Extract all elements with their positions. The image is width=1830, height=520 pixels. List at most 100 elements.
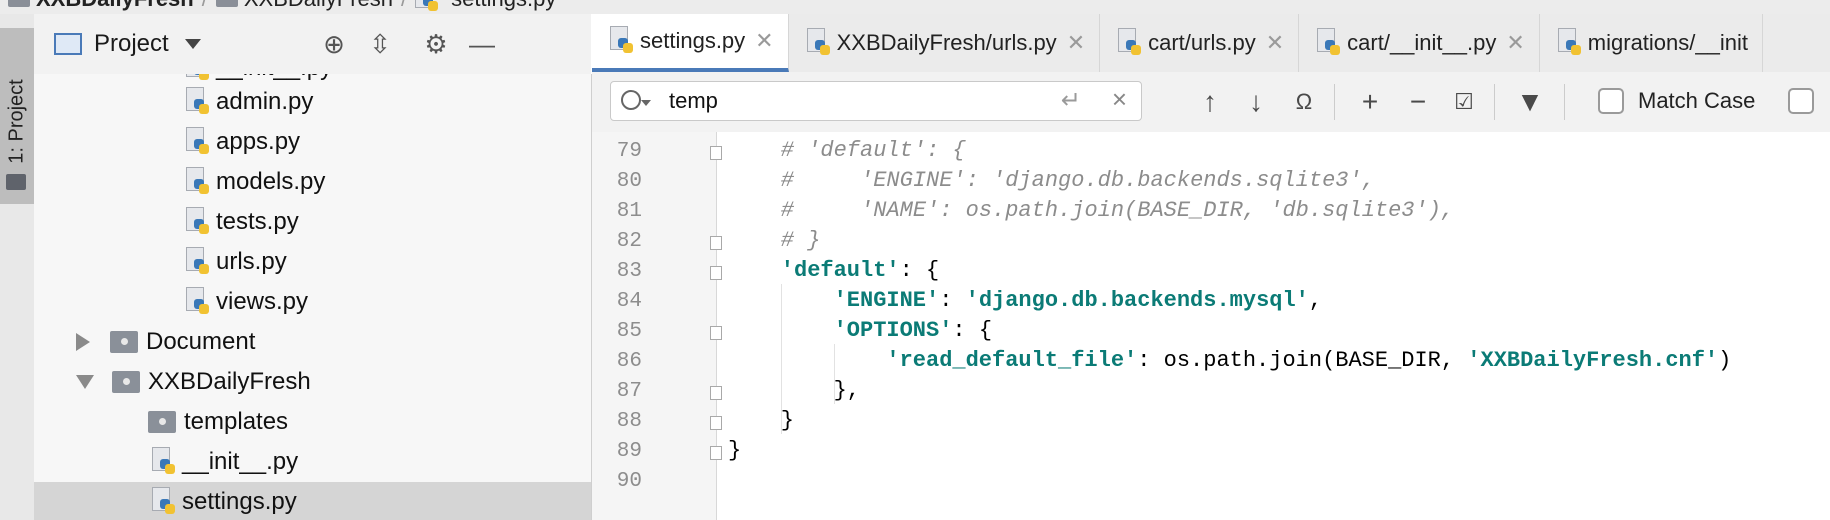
words-checkbox[interactable] — [1788, 88, 1814, 114]
tree-item-file[interactable]: __init__.py — [34, 442, 591, 482]
python-file-icon — [152, 487, 176, 517]
folder-icon — [8, 0, 30, 7]
code-comment: # } — [780, 228, 821, 253]
python-file-icon — [186, 207, 210, 237]
fold-expand-icon[interactable] — [710, 266, 722, 280]
editor-tab-bar: settings.py ✕ XXBDailyFresh/urls.py ✕ ca… — [592, 14, 1830, 73]
breadcrumb-item[interactable]: XXBDailyFresh — [215, 0, 393, 12]
arrow-up-icon[interactable]: ↑ — [1190, 82, 1230, 122]
collapse-all-icon[interactable]: ⇳ — [364, 28, 396, 60]
fold-expand-icon[interactable] — [710, 146, 722, 160]
search-icon[interactable] — [621, 90, 641, 110]
tree-item-label: apps.py — [216, 128, 301, 155]
tab-cart-urls[interactable]: cart/urls.py ✕ — [1100, 14, 1300, 72]
tree-item-label: __init__.py — [182, 448, 299, 475]
chevron-down-icon — [184, 39, 201, 49]
python-file-icon — [1317, 28, 1341, 58]
chevron-right-icon[interactable] — [76, 333, 90, 351]
python-file-icon — [152, 447, 176, 477]
select-all-occurrences-icon[interactable]: Ω — [1284, 82, 1324, 122]
breadcrumb-separator: / — [401, 0, 407, 12]
tree-item-file[interactable]: views.py — [34, 282, 591, 322]
match-case-label: Match Case — [1638, 88, 1756, 113]
python-file-icon — [1118, 28, 1142, 58]
project-window-icon — [54, 33, 82, 55]
tree-item-file[interactable]: models.py — [34, 162, 591, 202]
gear-icon[interactable]: ⚙ — [420, 28, 452, 60]
line-number: 88 — [616, 410, 642, 433]
code-comment: # 'default': { — [780, 138, 966, 163]
close-icon[interactable]: ✕ — [1067, 30, 1085, 56]
tab-xxbdailyfresh-urls[interactable]: XXBDailyFresh/urls.py ✕ — [789, 14, 1101, 72]
project-view-selector[interactable]: Project — [54, 14, 201, 74]
close-icon[interactable]: ✕ — [755, 28, 773, 54]
add-occurrence-icon[interactable]: + — [1350, 82, 1390, 122]
tree-item-file[interactable]: admin.py — [34, 82, 591, 122]
breadcrumb-item[interactable]: settings.py — [415, 0, 556, 14]
tree-item-file[interactable]: tests.py — [34, 202, 591, 242]
tree-item-file-selected[interactable]: settings.py — [34, 482, 591, 520]
line-number: 86 — [616, 350, 642, 373]
tree-item-label: Document — [146, 328, 256, 355]
fold-end-icon[interactable] — [710, 416, 722, 430]
filter-icon[interactable]: ▼ — [1510, 82, 1550, 122]
close-icon[interactable]: ✕ — [1506, 30, 1524, 56]
chevron-down-icon[interactable] — [76, 375, 94, 389]
close-icon[interactable]: ✕ — [1266, 30, 1284, 56]
tab-migrations-init[interactable]: migrations/__init — [1540, 14, 1763, 72]
tree-item-folder[interactable]: Document — [34, 322, 591, 362]
line-number: 83 — [616, 260, 642, 283]
tab-label: settings.py — [640, 28, 746, 53]
search-input[interactable] — [669, 86, 969, 116]
fold-end-icon[interactable] — [710, 236, 722, 250]
code-editor[interactable]: 78 79 80 81 82 83 84 85 86 87 88 89 90 DATABASES = {… — [592, 132, 1830, 520]
code-text: ) — [1718, 348, 1732, 373]
toolbar-separator — [1334, 84, 1335, 120]
breadcrumb-item[interactable]: XXBDailyFresh — [8, 0, 194, 12]
fold-expand-icon[interactable] — [710, 326, 722, 340]
line-number: 78 — [592, 132, 642, 133]
project-panel-title: Project — [94, 30, 169, 57]
new-line-icon[interactable]: ↵ — [1061, 86, 1081, 115]
tree-item-label: tests.py — [216, 208, 299, 235]
tab-label: XXBDailyFresh/urls.py — [836, 30, 1057, 55]
minus-icon[interactable]: — — [466, 28, 498, 60]
tab-label: migrations/__init — [1587, 30, 1748, 55]
indent-guide — [833, 344, 835, 404]
search-history-dropdown-icon[interactable] — [641, 100, 651, 106]
code-string: 'django.db.backends.mysql' — [965, 288, 1309, 313]
code-line: }, — [834, 378, 860, 408]
tree-item-label: admin.py — [216, 88, 314, 115]
code-line: 'default': { — [781, 258, 939, 288]
tab-cart-init[interactable]: cart/__init__.py ✕ — [1299, 14, 1540, 72]
code-line: # 'ENGINE': 'django.db.backends.sqlite3'… — [781, 168, 1375, 198]
code-comment: # 'NAME': os.path.join(BASE_DIR, 'db.sql… — [780, 198, 1455, 223]
project-tool-window-button[interactable]: 1: Project — [0, 28, 34, 204]
tree-item-folder[interactable]: templates — [34, 402, 591, 442]
arrow-down-icon[interactable]: ↓ — [1236, 82, 1276, 122]
code-text: } — [780, 408, 794, 433]
toggle-occurrences-icon[interactable]: ☑ — [1444, 82, 1484, 122]
tree-item-label: urls.py — [216, 248, 287, 275]
code-text: : — [939, 288, 966, 313]
python-file-icon — [806, 28, 831, 58]
code-line: # } — [781, 228, 821, 258]
code-string: 'read_default_file' — [886, 348, 1138, 373]
tree-item-file[interactable]: apps.py — [34, 122, 591, 162]
folder-icon — [112, 371, 140, 393]
tree-item-folder[interactable]: XXBDailyFresh — [34, 362, 591, 402]
fold-end-icon[interactable] — [710, 386, 722, 400]
folder-icon — [110, 331, 138, 353]
match-case-checkbox[interactable] — [1598, 88, 1624, 114]
remove-occurrence-icon[interactable]: − — [1398, 82, 1438, 122]
crosshair-icon[interactable]: ⊕ — [318, 28, 350, 60]
code-string: 'XXBDailyFresh.cnf' — [1467, 348, 1719, 373]
editor-gutter: 78 79 80 81 82 83 84 85 86 87 88 89 90 — [592, 132, 716, 520]
tree-item-file[interactable]: urls.py — [34, 242, 591, 282]
tab-settings-py[interactable]: settings.py ✕ — [592, 14, 789, 72]
clear-icon[interactable]: × — [1112, 84, 1127, 115]
python-file-icon — [186, 127, 210, 157]
code-line: # 'NAME': os.path.join(BASE_DIR, 'db.sql… — [781, 198, 1454, 228]
fold-end-icon[interactable] — [710, 446, 722, 460]
python-file-icon — [186, 247, 210, 277]
